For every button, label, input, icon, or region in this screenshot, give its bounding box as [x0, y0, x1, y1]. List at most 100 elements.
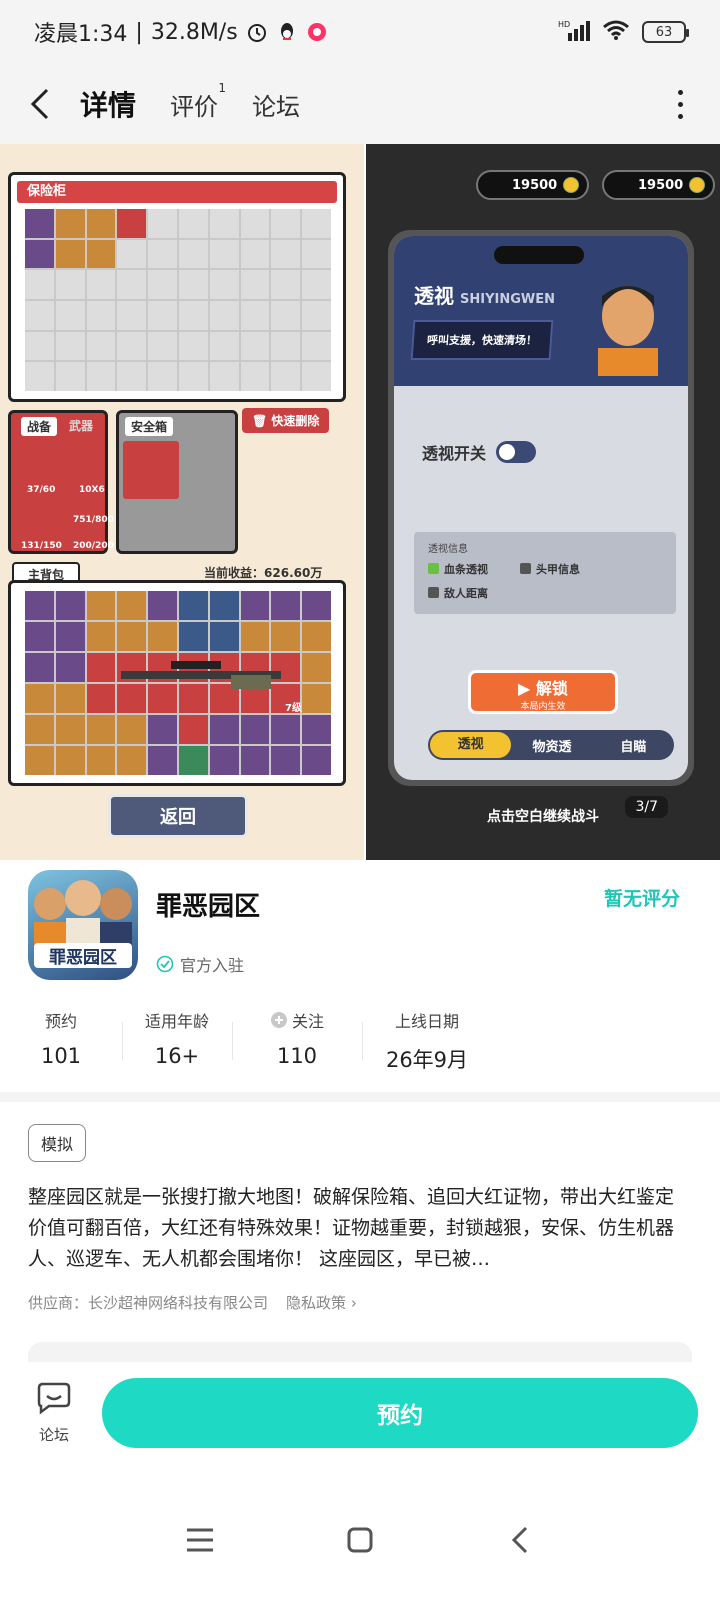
vault-panel: 保险柜 — [8, 172, 346, 402]
status-bar: 凌晨1:34 | 32.8M/s HD 63 — [0, 0, 720, 64]
vault-grid — [25, 209, 331, 391]
more-options-button[interactable] — [670, 86, 690, 122]
home-button[interactable] — [330, 1510, 390, 1570]
cash-value: 19500 — [512, 177, 558, 193]
backpack-panel: 7级 — [8, 580, 346, 786]
stat-age: 适用年龄 16+ — [122, 1008, 232, 1074]
app-icon: 罪恶园区 — [28, 870, 138, 980]
option-hp-label: 血条透视 — [444, 563, 488, 576]
tab-gear[interactable]: 战备 — [21, 417, 58, 436]
sniper-rifle-icon — [111, 653, 291, 693]
segment-supply-xray[interactable]: 物资透 — [511, 736, 592, 755]
app-stats: 预约 101 适用年龄 16+ 关注 110 上线日期 26年9月 — [0, 1008, 720, 1074]
tab-label: 论坛 — [252, 92, 301, 121]
xray-title-cn: 透视 — [414, 284, 454, 308]
characters-icon — [34, 880, 132, 950]
stat-key: 适用年龄 — [144, 1012, 209, 1031]
back-button[interactable] — [0, 64, 80, 144]
armor-stat: 37/60 — [27, 485, 56, 495]
home-square-icon — [347, 1527, 373, 1553]
screenshot-inventory[interactable]: 保险柜 战备 武器 37/60 10X6 751/800 131/150 200… — [0, 144, 364, 860]
video-icon: ▶ — [518, 679, 536, 698]
safe-box-panel: 安全箱 — [116, 410, 238, 554]
system-back-button[interactable] — [490, 1510, 550, 1570]
qq-icon — [276, 21, 298, 43]
privacy-policy-link[interactable]: 隐私政策 › — [286, 1292, 357, 1313]
screenshot-gallery[interactable]: 保险柜 战备 武器 37/60 10X6 751/800 131/150 200… — [0, 144, 720, 860]
gear-panel: 战备 武器 37/60 10X6 751/800 131/150 200/200 — [8, 410, 114, 554]
bottom-action-bar: 论坛 预约 — [0, 1362, 720, 1480]
stat-release-date: 上线日期 26年9月 — [362, 1008, 492, 1074]
earnings-label: 当前收益： — [204, 566, 265, 580]
genre-tag[interactable]: 模拟 — [28, 1124, 87, 1162]
system-nav-bar — [0, 1480, 720, 1600]
official-badge: 官方入驻 — [156, 952, 244, 976]
status-right: HD 63 — [558, 19, 689, 45]
info-row: 血条透视 头甲信息 — [428, 561, 662, 577]
status-time: 凌晨1:34 — [34, 22, 128, 47]
stat-reservations: 预约 101 — [0, 1008, 122, 1074]
stat-key: 预约 — [44, 1012, 77, 1031]
vault-title: 保险柜 — [17, 181, 337, 203]
stat-key-row: 关注 — [232, 1008, 362, 1032]
stat-followers[interactable]: 关注 110 — [232, 1008, 362, 1074]
xray-toggle-label: 透视开关 — [422, 444, 487, 463]
rating-status[interactable]: 暂无评分 — [604, 884, 680, 911]
bag-stat: 10X6 — [79, 485, 105, 495]
checkbox-icon — [520, 563, 531, 574]
xray-toggle-switch[interactable] — [496, 441, 537, 463]
chevron-left-icon — [30, 88, 49, 120]
unlock-sublabel: 本局内生效 — [520, 702, 566, 712]
coin-icon — [689, 177, 706, 193]
privacy-label: 隐私政策 — [286, 1294, 347, 1312]
ammo-stat: 751/800 — [73, 515, 114, 525]
page-indicator: 3/7 — [625, 796, 668, 818]
reserve-button[interactable]: 预约 — [102, 1378, 698, 1448]
tab-forum[interactable]: 论坛 — [252, 79, 300, 130]
return-button[interactable]: 返回 — [108, 794, 248, 838]
chevron-right-icon: › — [350, 1294, 357, 1312]
earnings-value: 626.60万 — [264, 566, 323, 580]
vest-stat: 131/150 — [21, 541, 62, 551]
stat-value: 110 — [276, 1044, 318, 1068]
forum-button[interactable]: 论坛 — [26, 1380, 82, 1445]
segment-aimbot[interactable]: 自瞄 — [593, 736, 674, 755]
tab-weapon[interactable]: 武器 — [69, 417, 93, 434]
section-divider — [0, 1092, 720, 1102]
character-avatar — [588, 276, 668, 376]
unlock-button[interactable]: ▶ 解锁 本局内生效 — [468, 670, 618, 714]
chat-bubble-icon — [37, 1382, 71, 1415]
tab-bar: 详情 评价 1 论坛 — [78, 76, 300, 132]
more-dot — [677, 101, 683, 107]
signal-icon: HD — [558, 19, 590, 45]
option-armor[interactable]: 头甲信息 — [520, 561, 580, 577]
app-info-section: 罪恶园区 罪恶园区 官方入驻 暂无评分 预约 101 适用年龄 16+ 关注 1… — [0, 860, 720, 1092]
tab-reviews[interactable]: 评价 1 — [170, 79, 226, 130]
option-distance[interactable]: 敌人距离 — [428, 585, 488, 601]
gem-value: 19500 — [638, 177, 684, 193]
screenshot-xray[interactable]: 19500 19500 透视 SHIYINGWEN 呼叫支援，快速清场！ 透视开关 — [366, 144, 720, 860]
option-armor-label: 头甲信息 — [536, 563, 580, 576]
mode-segmented-control: 透视 物资透 自瞄 — [428, 730, 674, 760]
segment-xray[interactable]: 透视 — [430, 732, 512, 758]
official-label: 官方入驻 — [180, 956, 245, 975]
option-hp[interactable]: 血条透视 — [428, 561, 488, 577]
speech-bubble: 呼叫支援，快速清场！ — [410, 320, 554, 360]
tab-label: 详情 — [80, 89, 137, 122]
safe-box-item — [123, 441, 179, 499]
tab-details[interactable]: 详情 — [78, 76, 139, 132]
gun-level: 7级 — [285, 703, 302, 714]
stat-value: 101 — [40, 1044, 82, 1068]
phone-screen: 透视 SHIYINGWEN 呼叫支援，快速清场！ 透视开关 透视信息 血条透视 头… — [394, 236, 688, 780]
supplier-info: 供应商：长沙超神网络科技有限公司 — [28, 1294, 269, 1312]
option-distance-label: 敌人距离 — [444, 587, 488, 600]
quick-delete-button[interactable]: 🗑 快速删除 — [242, 408, 330, 433]
xray-info-box: 透视信息 血条透视 头甲信息 敌人距离 — [414, 532, 676, 614]
xray-title-en: SHIYINGWEN — [460, 292, 555, 307]
recents-button[interactable] — [170, 1510, 230, 1570]
safe-box-title: 安全箱 — [125, 417, 174, 436]
app-name: 罪恶园区 — [156, 892, 261, 922]
verified-check-icon — [156, 955, 174, 973]
description-text[interactable]: 整座园区就是一张搜打撤大地图！破解保险箱、追回大红证物，带出大红鉴定价值可翻百倍… — [28, 1182, 692, 1275]
hp-stat: 200/200 — [73, 541, 114, 551]
